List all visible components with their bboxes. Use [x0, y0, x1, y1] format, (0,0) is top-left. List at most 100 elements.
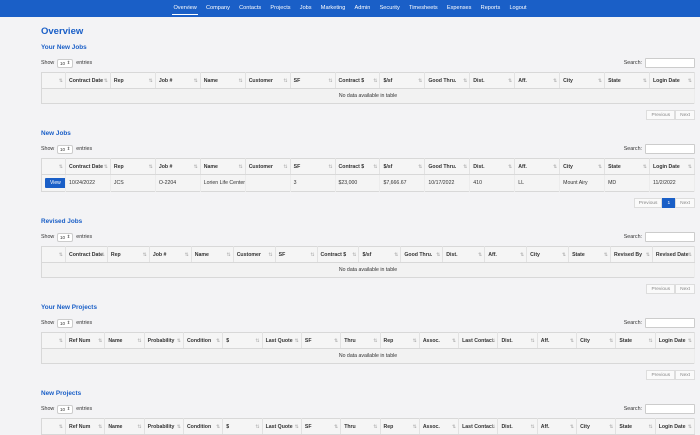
nav-company[interactable]: Company — [201, 0, 234, 17]
column-header[interactable]: Good Thru. ⇅ — [424, 72, 471, 89]
column-header[interactable]: Contract $ ⇅ — [317, 246, 360, 263]
column-header[interactable]: City ⇅ — [559, 72, 606, 89]
column-header[interactable]: Customer ⇅ — [233, 246, 276, 263]
column-header[interactable]: Dist. ⇅ — [469, 158, 516, 175]
column-header[interactable]: Contract $ ⇅ — [335, 72, 381, 89]
column-header[interactable]: ⇅ — [41, 158, 66, 175]
column-header[interactable]: Probability ⇅ — [144, 332, 184, 349]
column-header[interactable]: $/sf ⇅ — [379, 72, 426, 89]
column-header[interactable]: Customer ⇅ — [245, 158, 291, 175]
next-button[interactable]: Next — [675, 284, 695, 294]
column-header[interactable]: SF ⇅ — [290, 158, 336, 175]
column-header[interactable]: SF ⇅ — [275, 246, 318, 263]
column-header[interactable]: State ⇅ — [615, 332, 656, 349]
column-header[interactable]: Probability ⇅ — [144, 418, 184, 435]
column-header[interactable]: $ ⇅ — [222, 418, 263, 435]
column-header[interactable]: Dist. ⇅ — [497, 332, 538, 349]
column-header[interactable]: Rep ⇅ — [380, 332, 420, 349]
search-input[interactable] — [645, 232, 695, 242]
previous-button[interactable]: Previous — [646, 110, 676, 120]
column-header[interactable]: Thru ⇅ — [340, 332, 381, 349]
column-header[interactable]: City ⇅ — [526, 246, 570, 263]
column-header[interactable]: Contract Date ⇅ — [65, 72, 111, 89]
column-header[interactable]: ⇅ — [41, 246, 66, 263]
column-header[interactable]: Name ⇅ — [104, 418, 145, 435]
column-header[interactable]: Aff. ⇅ — [537, 332, 578, 349]
column-header[interactable]: Job # ⇅ — [155, 158, 201, 175]
next-button[interactable]: Next — [675, 198, 695, 208]
column-header[interactable]: Revised By ⇅ — [610, 246, 653, 263]
nav-admin[interactable]: Admin — [350, 0, 375, 17]
column-header[interactable]: Assoc. ⇅ — [419, 418, 460, 435]
search-input[interactable] — [645, 144, 695, 154]
page-length-select[interactable]: 10 ⇕ — [57, 318, 74, 328]
column-header[interactable]: Last Contact ⇅ — [458, 332, 499, 349]
nav-expenses[interactable]: Expenses — [442, 0, 476, 17]
column-header[interactable]: SF ⇅ — [301, 418, 342, 435]
column-header[interactable]: $/sf ⇅ — [358, 246, 402, 263]
column-header[interactable]: Login Date ⇅ — [655, 418, 696, 435]
column-header[interactable]: $/sf ⇅ — [379, 158, 426, 175]
column-header[interactable]: Name ⇅ — [200, 72, 246, 89]
nav-projects[interactable]: Projects — [266, 0, 295, 17]
nav-marketing[interactable]: Marketing — [316, 0, 350, 17]
column-header[interactable]: SF ⇅ — [290, 72, 336, 89]
column-header[interactable]: Condition ⇅ — [183, 418, 224, 435]
page-1-button[interactable]: 1 — [662, 198, 676, 208]
column-header[interactable]: Name ⇅ — [191, 246, 234, 263]
column-header[interactable]: Rep ⇅ — [107, 246, 150, 263]
column-header[interactable]: Contract Date ⇅ — [65, 246, 108, 263]
column-header[interactable]: Revised Date ⇅ — [652, 246, 696, 263]
nav-jobs[interactable]: Jobs — [295, 0, 316, 17]
column-header[interactable]: City ⇅ — [559, 158, 606, 175]
column-header[interactable]: State ⇅ — [604, 72, 650, 89]
column-header[interactable]: Job # ⇅ — [155, 72, 201, 89]
next-button[interactable]: Next — [675, 370, 695, 380]
nav-contacts[interactable]: Contacts — [235, 0, 266, 17]
column-header[interactable]: Dist. ⇅ — [469, 72, 516, 89]
previous-button[interactable]: Previous — [646, 370, 676, 380]
column-header[interactable]: Ref Num ⇅ — [65, 418, 106, 435]
column-header[interactable]: $ ⇅ — [222, 332, 263, 349]
column-header[interactable]: Dist. ⇅ — [442, 246, 486, 263]
next-button[interactable]: Next — [675, 110, 695, 120]
column-header[interactable]: Thru ⇅ — [340, 418, 381, 435]
column-header[interactable]: Last Quote ⇅ — [262, 418, 302, 435]
column-header[interactable]: Login Date ⇅ — [649, 158, 696, 175]
column-header[interactable]: Name ⇅ — [104, 332, 145, 349]
column-header[interactable]: Assoc. ⇅ — [419, 332, 460, 349]
nav-timesheets[interactable]: Timesheets — [404, 0, 442, 17]
column-header[interactable]: Dist. ⇅ — [497, 418, 538, 435]
column-header[interactable]: ⇅ — [41, 332, 66, 349]
nav-overview[interactable]: Overview — [169, 0, 202, 17]
column-header[interactable]: Login Date ⇅ — [655, 332, 696, 349]
nav-security[interactable]: Security — [375, 0, 404, 17]
column-header[interactable]: Aff. ⇅ — [514, 158, 561, 175]
column-header[interactable]: Rep ⇅ — [380, 418, 420, 435]
page-length-select[interactable]: 10 ⇕ — [57, 58, 74, 68]
nav-logout[interactable]: Logout — [505, 0, 531, 17]
column-header[interactable]: Customer ⇅ — [245, 72, 291, 89]
column-header[interactable]: Name ⇅ — [200, 158, 246, 175]
page-length-select[interactable]: 10 ⇕ — [57, 404, 74, 414]
column-header[interactable]: State ⇅ — [615, 418, 656, 435]
column-header[interactable]: Login Date ⇅ — [649, 72, 696, 89]
column-header[interactable]: Aff. ⇅ — [537, 418, 578, 435]
column-header[interactable]: Contract Date ⇅ — [65, 158, 111, 175]
search-input[interactable] — [645, 404, 695, 414]
previous-button[interactable]: Previous — [646, 284, 676, 294]
column-header[interactable]: Good Thru. ⇅ — [400, 246, 444, 263]
column-header[interactable]: Contract $ ⇅ — [335, 158, 381, 175]
column-header[interactable]: City ⇅ — [576, 332, 617, 349]
column-header[interactable]: State ⇅ — [568, 246, 611, 263]
nav-reports[interactable]: Reports — [476, 0, 505, 17]
column-header[interactable]: City ⇅ — [576, 418, 617, 435]
previous-button[interactable]: Previous — [633, 198, 663, 208]
column-header[interactable]: Ref Num ⇅ — [65, 332, 106, 349]
column-header[interactable]: SF ⇅ — [301, 332, 342, 349]
column-header[interactable]: Aff. ⇅ — [484, 246, 528, 263]
column-header[interactable]: State ⇅ — [604, 158, 650, 175]
column-header[interactable]: Aff. ⇅ — [514, 72, 561, 89]
page-length-select[interactable]: 10 ⇕ — [57, 144, 74, 154]
column-header[interactable]: Last Quote ⇅ — [262, 332, 302, 349]
